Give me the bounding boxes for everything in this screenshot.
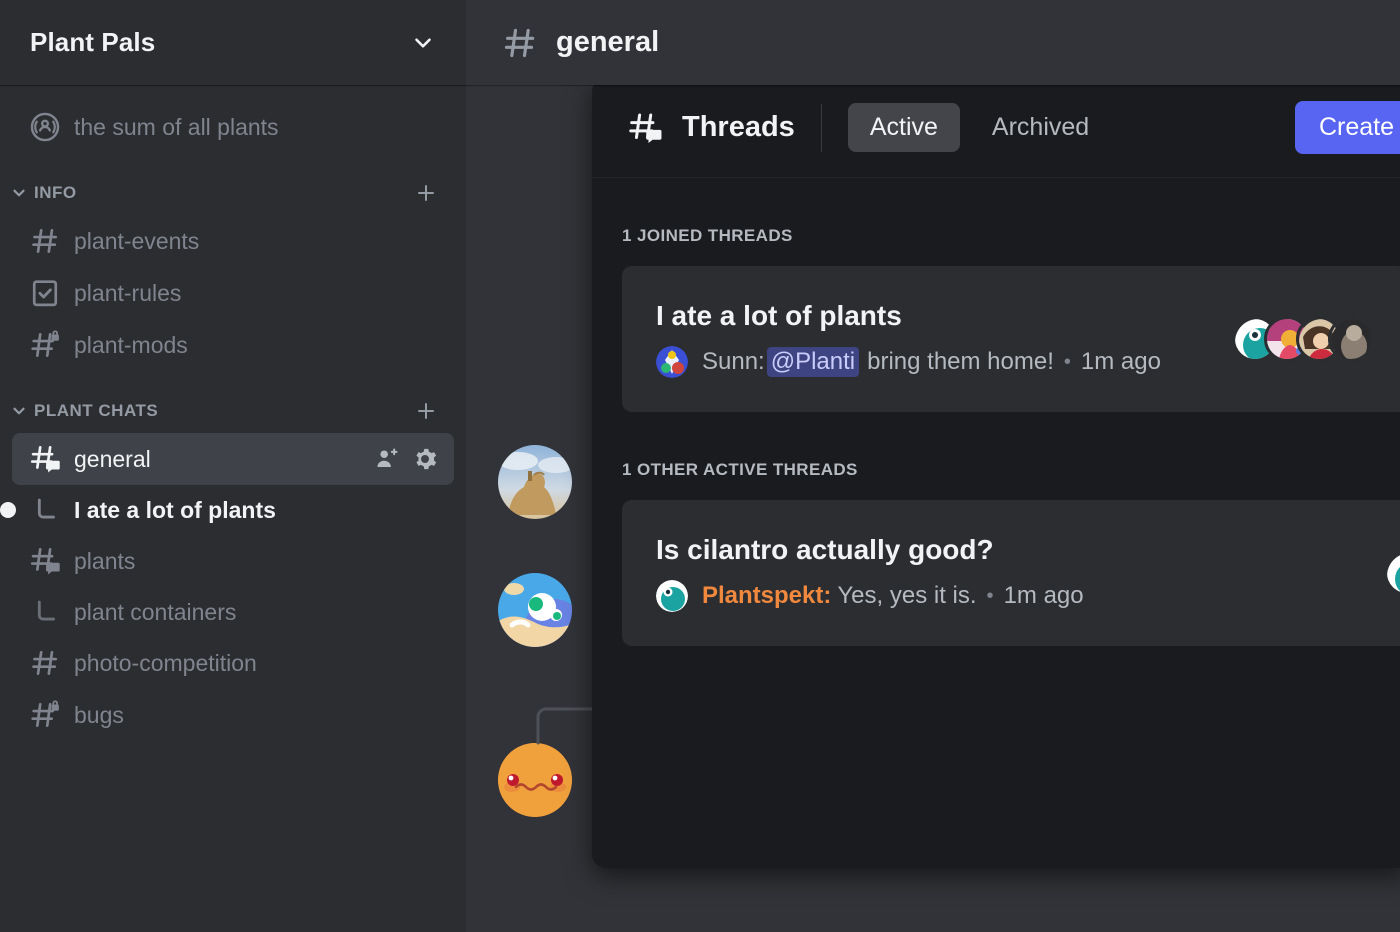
separator-dot: •	[1063, 350, 1071, 373]
channel-sidebar: Plant Pals the sum of all plants INFO pl…	[0, 0, 466, 932]
hash-lock-icon	[28, 698, 62, 732]
channel-actions	[374, 446, 438, 472]
sidebar-item-bugs[interactable]: bugs	[12, 689, 454, 741]
sidebar-item-plant-rules[interactable]: plant-rules	[12, 267, 454, 319]
tab-archived[interactable]: Archived	[970, 103, 1111, 152]
sidebar-item-label: plant containers	[74, 598, 237, 625]
hash-thread-icon	[28, 544, 62, 578]
avatar	[656, 580, 688, 612]
sidebar-item-label: photo-competition	[74, 649, 257, 676]
create-thread-button[interactable]: Create	[1294, 101, 1400, 154]
sidebar-item-label: plants	[74, 547, 136, 574]
thread-preview: Plantspekt: Yes, yes it is. • 1m ago	[656, 580, 1374, 612]
sidebar-item-plant-mods[interactable]: plant-mods	[12, 319, 454, 371]
chevron-down-icon[interactable]	[410, 30, 436, 56]
threads-popout-header: Threads Active Archived Create	[592, 78, 1400, 178]
sidebar-item-thread-plant-containers[interactable]: plant containers	[12, 587, 454, 637]
chevron-down-icon	[13, 407, 25, 415]
channel-header-title: general	[556, 26, 660, 58]
thread-preview-text: Yes, yes it is.	[837, 582, 977, 609]
sidebar-item-label: the sum of all plants	[74, 113, 279, 140]
gear-icon[interactable]	[412, 446, 438, 472]
thread-participants-facepile[interactable]	[1232, 316, 1374, 362]
avatar	[1384, 550, 1400, 596]
hash-thread-icon	[28, 442, 62, 476]
sidebar-item-thread-i-ate-a-lot-of-plants[interactable]: I ate a lot of plants	[0, 485, 454, 535]
thread-timestamp: 1m ago	[1080, 348, 1161, 375]
section-title-joined-threads: 1 JOINED THREADS	[622, 226, 793, 245]
thread-preview-text: bring them home!	[867, 348, 1054, 375]
thread-preview-author: Plantspekt:	[702, 582, 832, 609]
avatar[interactable]	[498, 743, 572, 817]
add-member-icon[interactable]	[374, 446, 400, 472]
threads-list: 1 JOINED THREADS I ate a lot of plants S…	[592, 178, 1400, 646]
sidebar-item-label: general	[74, 445, 151, 472]
category-label: PLANT CHATS	[34, 401, 159, 420]
thread-card[interactable]: I ate a lot of plants Sunn: @Planti brin…	[622, 266, 1400, 412]
sidebar-item-plant-events[interactable]: plant-events	[12, 215, 454, 267]
threads-panel-title: Threads	[682, 111, 795, 143]
thread-branch-icon	[28, 493, 62, 527]
server-header[interactable]: Plant Pals	[0, 0, 466, 85]
rules-book-icon	[28, 276, 62, 310]
hash-icon	[28, 224, 62, 258]
hash-icon	[500, 23, 540, 63]
separator-dot: •	[986, 584, 994, 607]
section-title-other-active-threads: 1 OTHER ACTIVE THREADS	[622, 460, 858, 479]
discord-app-window: Plant Pals the sum of all plants INFO pl…	[0, 0, 1400, 932]
stage-channel-icon	[28, 110, 62, 144]
plus-icon[interactable]	[414, 399, 438, 423]
sidebar-item-photo-competition[interactable]: photo-competition	[12, 637, 454, 689]
thread-card-main: I ate a lot of plants Sunn: @Planti brin…	[656, 300, 1214, 378]
avatar	[1328, 316, 1374, 362]
avatar[interactable]	[498, 573, 572, 647]
header-divider	[820, 103, 822, 152]
category-header-info[interactable]: INFO	[0, 171, 466, 215]
thread-branch-icon	[28, 595, 62, 629]
mention-chip[interactable]: @Planti	[766, 347, 860, 377]
unread-indicator	[0, 502, 16, 518]
channel-header: general	[466, 0, 1400, 85]
hash-lock-icon	[28, 328, 62, 362]
tab-active[interactable]: Active	[847, 103, 960, 152]
hash-icon	[28, 646, 62, 680]
category-header-plant-chats[interactable]: PLANT CHATS	[0, 389, 466, 433]
avatar[interactable]	[498, 445, 572, 519]
plus-icon[interactable]	[414, 181, 438, 205]
chevron-down-icon	[13, 189, 25, 197]
sidebar-item-label: bugs	[74, 701, 124, 728]
thread-card-main: Is cilantro actually good? Plantspekt: Y…	[656, 534, 1374, 612]
sidebar-item-label: I ate a lot of plants	[74, 496, 276, 523]
thread-preview-author: Sunn:	[702, 348, 765, 375]
sidebar-item-plants[interactable]: plants	[12, 535, 454, 587]
hash-thread-icon	[626, 109, 664, 147]
sidebar-item-label: plant-rules	[74, 279, 182, 306]
thread-timestamp: 1m ago	[1003, 582, 1084, 609]
server-name: Plant Pals	[30, 27, 156, 57]
thread-title: I ate a lot of plants	[656, 300, 902, 331]
avatar	[656, 346, 688, 378]
channel-list: the sum of all plants INFO plant-events …	[0, 85, 466, 741]
thread-card[interactable]: Is cilantro actually good? Plantspekt: Y…	[622, 500, 1400, 646]
thread-preview: Sunn: @Planti bring them home! • 1m ago	[656, 346, 1214, 378]
sidebar-item-general[interactable]: general	[12, 433, 454, 485]
threads-popout-panel: Threads Active Archived Create 1 JOINED …	[592, 78, 1400, 868]
thread-title: Is cilantro actually good?	[656, 534, 994, 565]
sidebar-item-stage[interactable]: the sum of all plants	[12, 101, 454, 153]
sidebar-item-label: plant-mods	[74, 331, 188, 358]
sidebar-item-label: plant-events	[74, 227, 200, 254]
category-label: INFO	[34, 183, 77, 202]
